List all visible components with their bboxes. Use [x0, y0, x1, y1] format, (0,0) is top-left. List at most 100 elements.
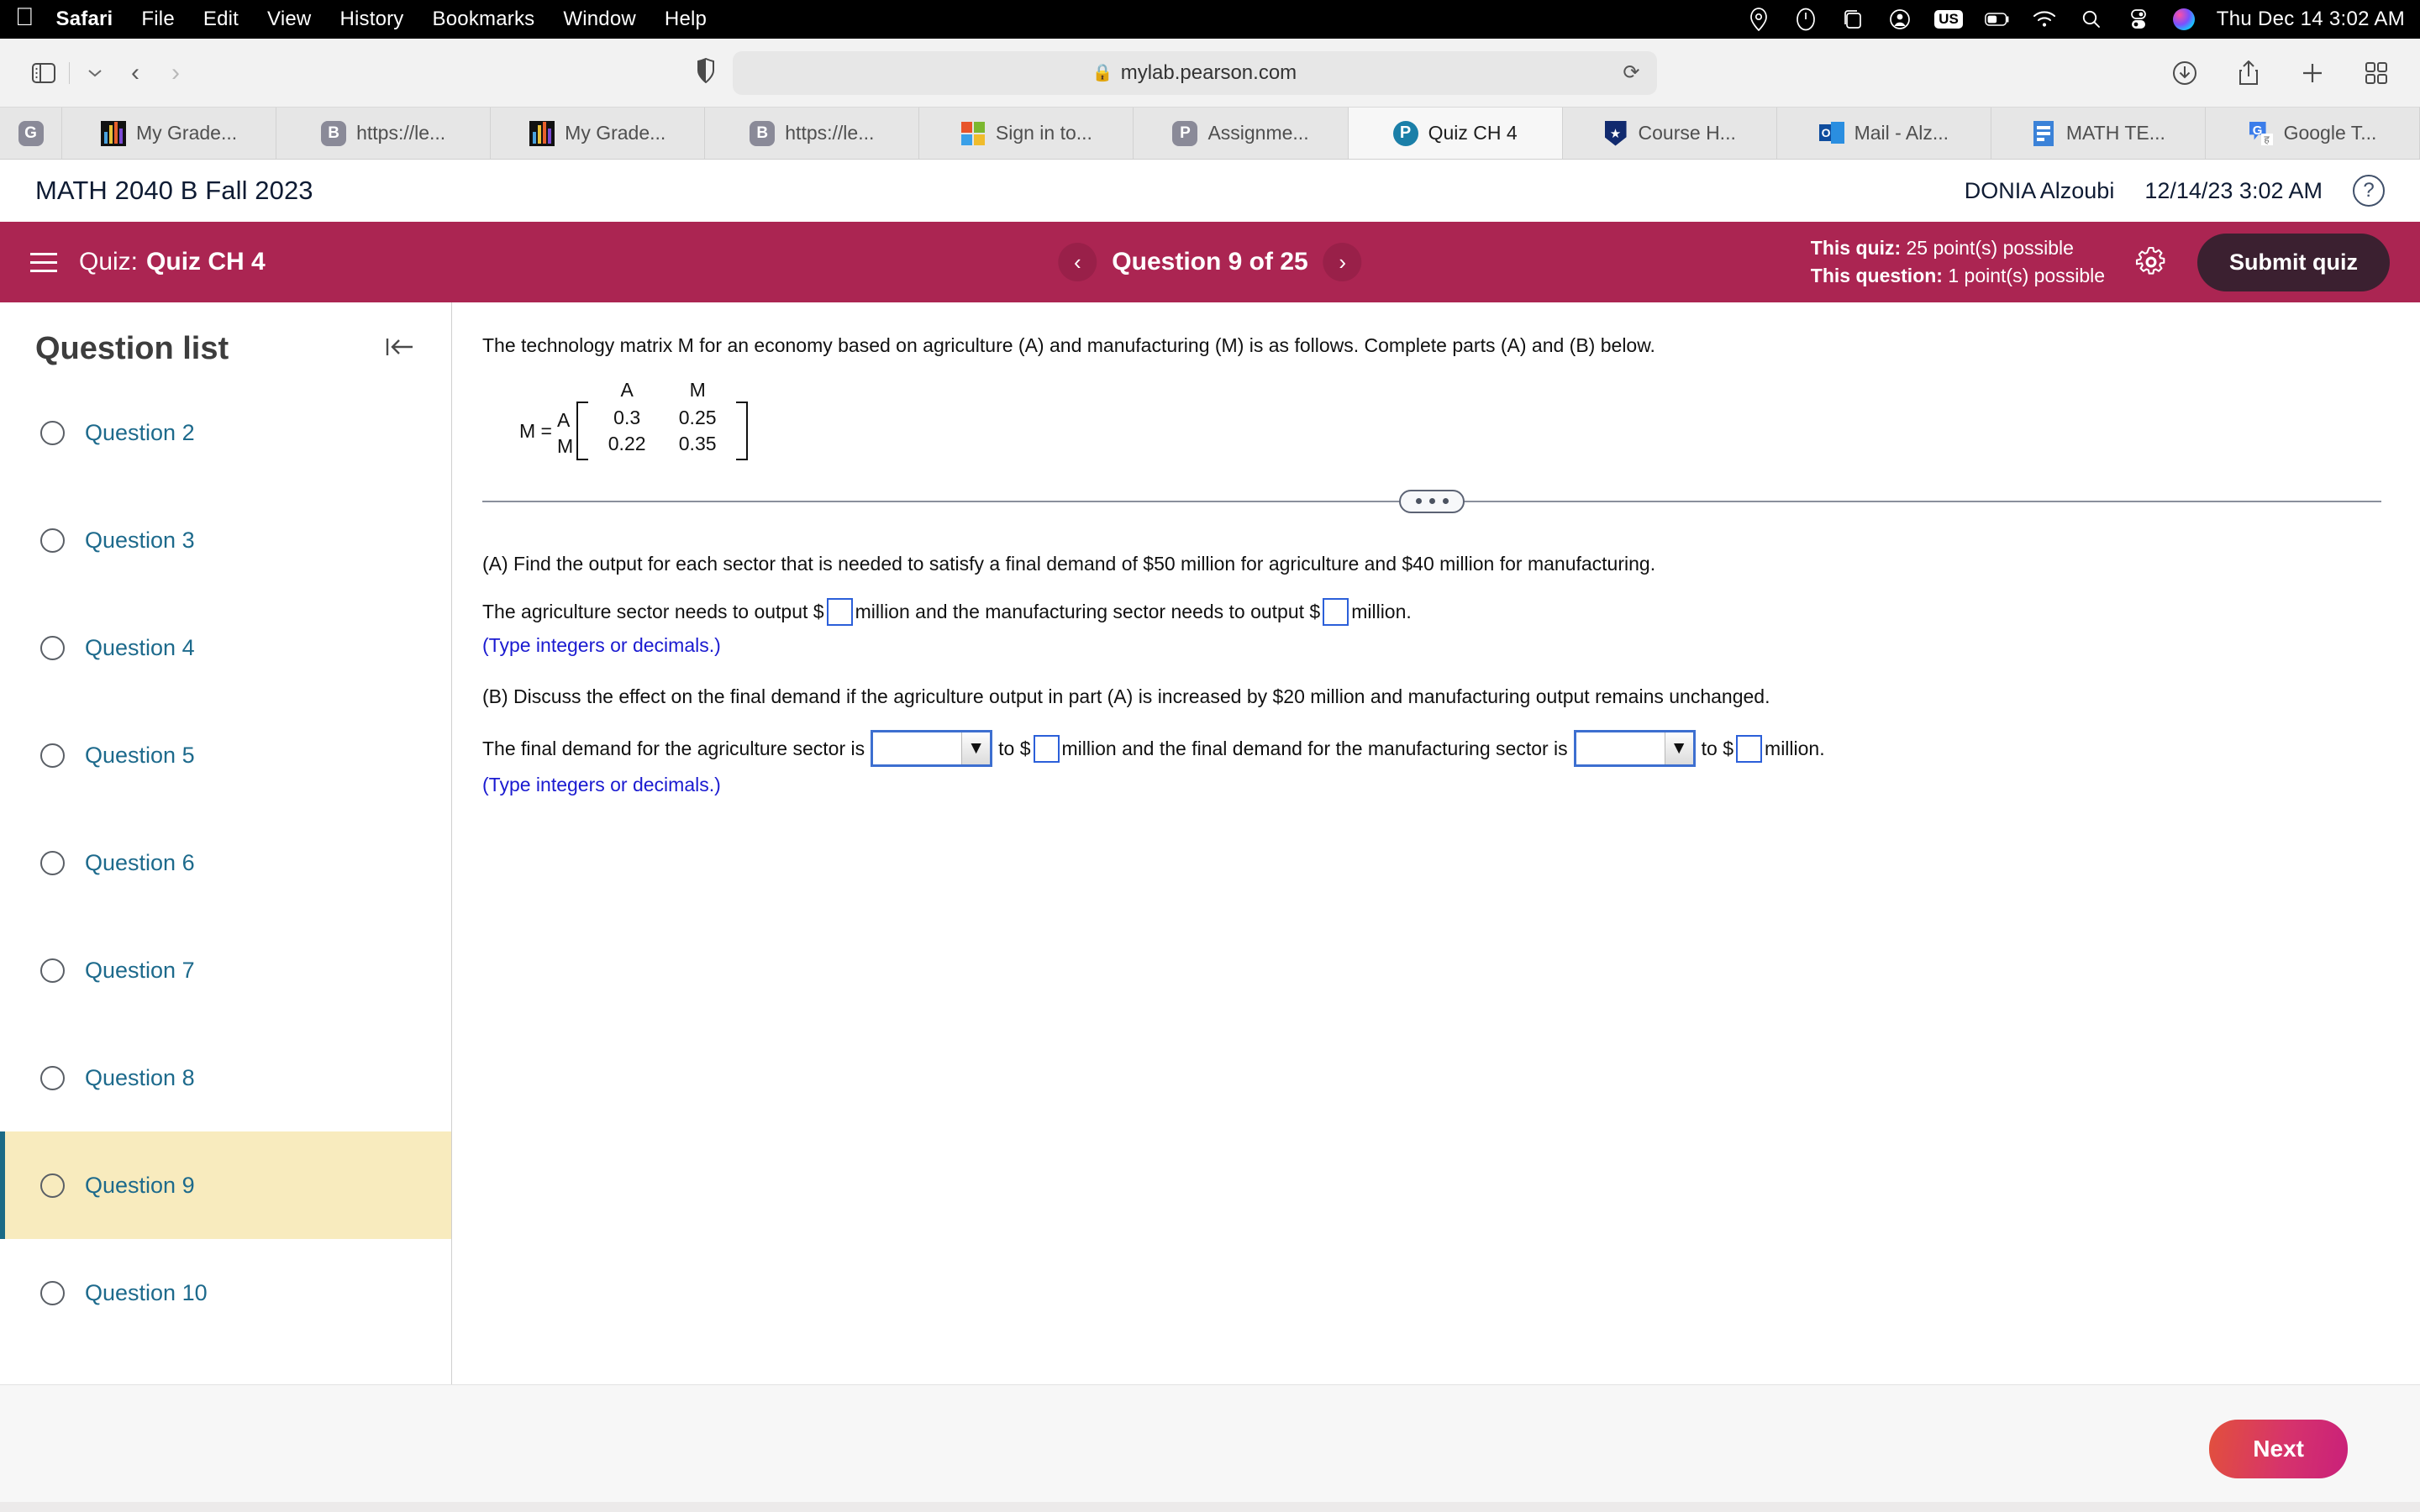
expand-ellipsis-icon[interactable] [1399, 489, 1465, 513]
part-a-text-pre: The agriculture sector needs to output $ [482, 601, 824, 623]
dropdown-caret-icon: ▼ [1664, 732, 1693, 765]
matrix-body: A M 0.3 0.25 0.22 0.35 [576, 379, 749, 460]
privacy-shield-icon[interactable] [696, 57, 716, 87]
browser-tab[interactable]: ★ Course H... [1563, 108, 1777, 159]
part-b-dropdown-2-value [1576, 732, 1665, 764]
part-a-input-1[interactable] [826, 598, 853, 627]
browser-tab-active[interactable]: P Quiz CH 4 [1348, 108, 1563, 159]
browser-tab[interactable]: MATH TE... [1991, 108, 2206, 159]
part-a-hint: (Type integers or decimals.) [482, 633, 721, 656]
matrix-cells: 0.3 0.25 0.22 0.35 [588, 402, 736, 460]
menu-item-file[interactable]: File [141, 8, 174, 31]
matrix-row-labels: A M [557, 379, 573, 459]
new-tab-plus-icon[interactable] [2292, 53, 2333, 93]
user-account-icon[interactable] [1887, 7, 1912, 32]
quiz-points-label: This quiz: [1810, 237, 1902, 260]
sidebar-item-question-3[interactable]: Question 3 [0, 486, 451, 594]
menu-item-view[interactable]: View [267, 8, 311, 31]
b-letter-icon: B [750, 120, 776, 146]
part-b-input-1[interactable] [1033, 734, 1060, 763]
sidebar-item-label: Question 7 [85, 957, 195, 983]
back-arrow-icon[interactable]: ‹ [115, 53, 155, 93]
question-status-radio-icon [40, 743, 65, 768]
siri-icon[interactable] [2172, 8, 2195, 30]
help-question-icon[interactable]: ? [2353, 175, 2385, 207]
part-b-dropdown-2[interactable]: ▼ [1573, 730, 1696, 768]
submit-quiz-button[interactable]: Submit quiz [2197, 233, 2390, 291]
sidebar-item-question-7[interactable]: Question 7 [0, 916, 451, 1024]
address-bar-url: mylab.pearson.com [1120, 60, 1297, 84]
screen-mirroring-icon[interactable] [1840, 7, 1865, 32]
browser-tab-label: My Grade... [135, 122, 238, 144]
battery-icon[interactable] [1984, 7, 2010, 32]
browser-tab[interactable]: B https://le... [705, 108, 920, 159]
part-b-prompt: (B) Discuss the effect on the final dema… [482, 685, 1770, 707]
matrix-row-label: M [556, 434, 574, 457]
collapse-panel-icon[interactable] [384, 334, 416, 364]
chevron-down-icon[interactable] [75, 53, 115, 93]
browser-tab-label: Sign in to... [995, 122, 1092, 144]
browser-tab[interactable]: Gह Google T... [2206, 108, 2420, 159]
sidebar-item-question-8[interactable]: Question 8 [0, 1024, 451, 1131]
question-list-header: Question list [0, 302, 451, 379]
spotlight-search-icon[interactable] [2079, 7, 2104, 32]
browser-tab[interactable]: P Assignme... [1134, 108, 1349, 159]
part-b-hint: (Type integers or decimals.) [482, 774, 721, 796]
sidebar-item-question-2[interactable]: Question 2 [0, 379, 451, 486]
part-a-text-mid: million and the manufacturing sector nee… [855, 601, 1321, 623]
b-letter-icon: B [321, 120, 347, 146]
control-center-icon[interactable] [2126, 7, 2151, 32]
browser-tab[interactable]: My Grade... [62, 108, 277, 159]
part-a-input-2[interactable] [1323, 598, 1349, 627]
forward-arrow-icon[interactable]: › [155, 53, 196, 93]
apple-logo-icon[interactable]:  [15, 5, 34, 34]
menu-item-history[interactable]: History [339, 8, 403, 31]
question-status-radio-icon [40, 958, 65, 983]
location-icon[interactable] [1746, 7, 1771, 32]
wifi-icon[interactable] [2032, 7, 2057, 32]
sidebar-item-label: Question 10 [85, 1279, 208, 1305]
browser-tab[interactable]: My Grade... [491, 108, 706, 159]
input-source-us-icon[interactable]: US [1934, 9, 1963, 29]
browser-tab[interactable]: B https://le... [276, 108, 492, 159]
next-question-button[interactable]: › [1323, 243, 1362, 281]
question-footer: Next [0, 1384, 2420, 1512]
sidebar-item-question-5[interactable]: Question 5 [0, 701, 451, 809]
right-bracket-icon [736, 401, 749, 460]
time-machine-icon[interactable] [1793, 7, 1818, 32]
menu-item-edit[interactable]: Edit [203, 8, 239, 31]
previous-question-button[interactable]: ‹ [1058, 243, 1097, 281]
bar-chart-icon [100, 120, 126, 146]
address-bar[interactable]: 🔒 mylab.pearson.com ⟳ [732, 50, 1657, 95]
browser-tab[interactable]: O Mail - Alz... [1777, 108, 1991, 159]
next-button[interactable]: Next [2209, 1419, 2348, 1478]
browser-tab[interactable]: Sign in to... [919, 108, 1134, 159]
hamburger-menu-icon[interactable] [30, 252, 57, 272]
sidebar-item-question-6[interactable]: Question 6 [0, 809, 451, 916]
menu-item-safari[interactable]: Safari [56, 8, 113, 31]
toolbar-right-buttons [2165, 53, 2396, 93]
gear-icon[interactable] [2133, 244, 2169, 280]
sidebar-item-question-4[interactable]: Question 4 [0, 594, 451, 701]
menu-bar-clock[interactable]: Thu Dec 14 3:02 AM [2217, 8, 2405, 31]
pearson-circle-icon: P [1392, 120, 1418, 146]
part-b-dropdown-1[interactable]: ▼ [871, 730, 993, 768]
matrix-row: 0.3 0.25 [592, 405, 733, 431]
menu-item-help[interactable]: Help [665, 8, 707, 31]
lock-icon: 🔒 [1092, 64, 1113, 82]
part-b-input-2[interactable] [1736, 734, 1763, 763]
browser-tab[interactable]: G [0, 108, 62, 159]
menu-item-window[interactable]: Window [563, 8, 636, 31]
question-status-radio-icon [40, 528, 65, 553]
sidebar-toggle-icon[interactable] [24, 53, 64, 93]
share-icon[interactable] [2228, 53, 2269, 93]
downloads-icon[interactable] [2165, 53, 2205, 93]
part-b-answer-line: The final demand for the agriculture sec… [482, 730, 2381, 768]
sidebar-item-question-9[interactable]: Question 9 [0, 1131, 451, 1239]
tab-overview-icon[interactable] [2356, 53, 2396, 93]
reload-icon[interactable]: ⟳ [1623, 60, 1639, 85]
menu-item-bookmarks[interactable]: Bookmarks [433, 8, 535, 31]
dropdown-caret-icon: ▼ [961, 732, 991, 765]
question-list-title: Question list [35, 331, 229, 366]
sidebar-item-question-10[interactable]: Question 10 [0, 1239, 451, 1347]
